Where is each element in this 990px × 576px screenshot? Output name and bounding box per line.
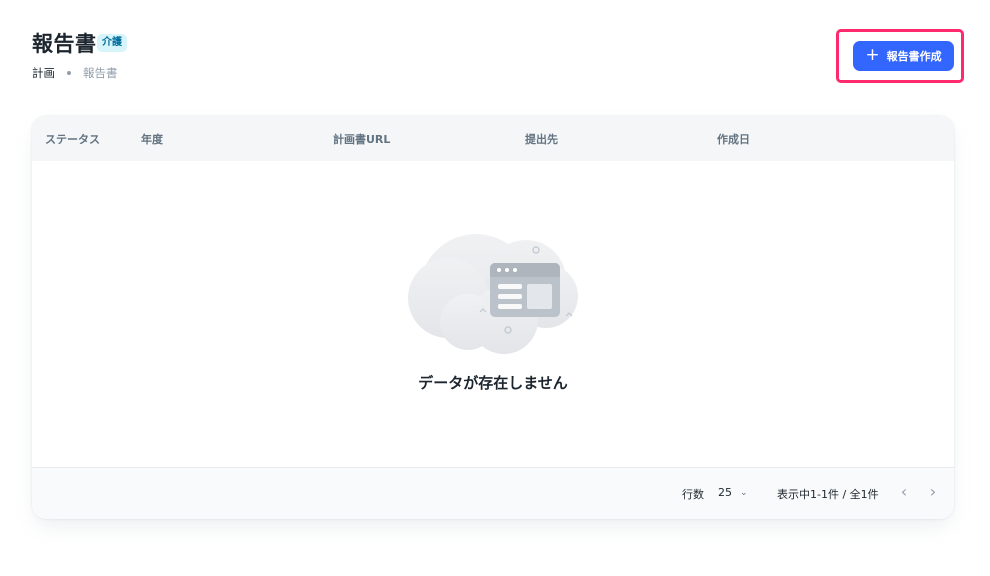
report-table-card: ステータス 年度 計画書URL 提出先 作成日 データが存在しません 行数 25… xyxy=(32,116,954,519)
column-header-created-date: 作成日 xyxy=(717,133,750,146)
rows-per-page-label: 行数 xyxy=(682,488,704,501)
chevron-down-icon: ⌄ xyxy=(740,487,748,498)
page-title: 報告書 xyxy=(32,32,97,56)
column-header-plan-url: 計画書URL xyxy=(333,133,391,146)
empty-state-message: データが存在しません xyxy=(418,374,568,392)
column-header-year: 年度 xyxy=(141,133,163,146)
create-report-label: 報告書作成 xyxy=(886,50,942,63)
table-pagination: 行数 25 ⌄ 表示中1-1件 / 全1件 ‹ › xyxy=(32,467,954,519)
breadcrumb-item-plan[interactable]: 計画 xyxy=(32,65,55,81)
pagination-range-text: 表示中1-1件 / 全1件 xyxy=(777,488,879,501)
chevron-left-icon[interactable]: ‹ xyxy=(897,482,911,501)
service-type-badge: 介護 xyxy=(97,34,127,52)
breadcrumb: 計画 報告書 xyxy=(32,65,118,81)
chevron-right-icon[interactable]: › xyxy=(926,482,940,501)
column-header-status: ステータス xyxy=(45,133,100,146)
breadcrumb-item-report: 報告書 xyxy=(83,66,118,80)
column-header-submit-to: 提出先 xyxy=(525,133,558,146)
breadcrumb-separator xyxy=(67,71,71,75)
rows-per-page-value: 25 xyxy=(718,486,732,499)
table-header: ステータス 年度 計画書URL 提出先 作成日 xyxy=(32,116,954,161)
create-report-button[interactable]: + 報告書作成 xyxy=(853,41,954,71)
plus-icon: + xyxy=(865,44,880,65)
empty-content-icon xyxy=(408,234,578,354)
rows-per-page-select[interactable]: 25 ⌄ xyxy=(718,486,748,499)
